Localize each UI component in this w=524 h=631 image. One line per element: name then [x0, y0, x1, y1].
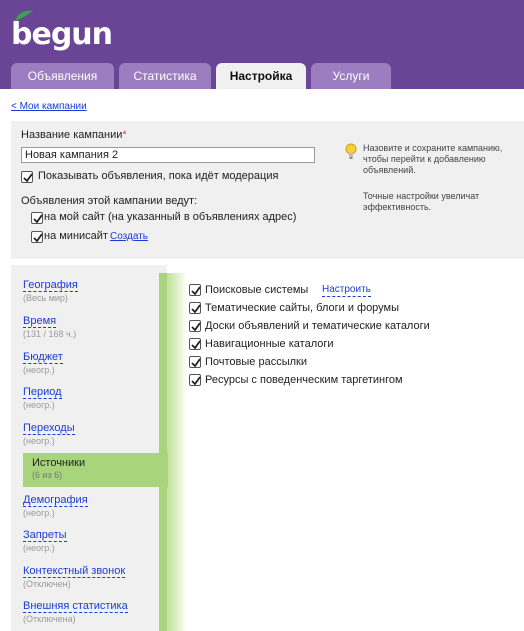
source-label: Ресурсы с поведенческим таргетингом: [205, 374, 403, 386]
header: begun Объявления Статистика Настройка Ус…: [0, 0, 524, 89]
sidebar-item-status: (Отключена): [23, 614, 76, 624]
source-label: Навигационные каталоги: [205, 338, 334, 350]
sidebar-item-status: (Отключен): [23, 579, 71, 589]
checkmark-icon: [191, 376, 201, 386]
campaign-settings-panel: Название кампании* Показывать объявления…: [11, 121, 524, 259]
checkmark-icon: [33, 214, 43, 224]
show-during-moderation-checkbox[interactable]: [21, 171, 33, 183]
sidebar-item-status: (неогр.): [23, 436, 55, 446]
sidebar-item-clicks[interactable]: Переходы (неогр.): [23, 422, 163, 456]
sidebar-item-title: География: [23, 279, 78, 292]
sidebar-item-status: (неогр.): [23, 543, 55, 553]
tip-text-efficiency: Точные настройки увеличат эффективность.: [363, 191, 480, 212]
sidebar-item-title: Источники: [32, 457, 86, 469]
sidebar-item-status: (неогр.): [23, 400, 55, 410]
checkmark-icon: [191, 358, 201, 368]
campaign-name-label: Название кампании*: [21, 129, 127, 141]
my-campaigns-link[interactable]: < Мои кампании: [11, 101, 87, 112]
sidebar-item-title: Контекстный звонок: [23, 565, 126, 578]
logo-text: begun: [11, 17, 113, 52]
sidebar-item-status: (неогр.): [23, 508, 55, 518]
sidebar-item-budget[interactable]: Бюджет (неогр.): [23, 351, 163, 385]
checkmark-icon: [23, 173, 33, 183]
sidebar-item-external-stats[interactable]: Внешняя статистика (Отключена): [23, 600, 163, 631]
sidebar-item-status: (131 / 168 ч.): [23, 329, 77, 339]
sidebar-item-status: (неогр.): [23, 365, 55, 375]
sidebar-item-title: Переходы: [23, 422, 75, 435]
sidebar-item-status: (Весь мир): [23, 293, 68, 303]
create-minisite-link[interactable]: Создать: [110, 231, 148, 242]
tab-statistics[interactable]: Статистика: [119, 63, 211, 89]
mailings-checkbox[interactable]: [189, 356, 201, 368]
lead-to-label: Объявления этой кампании ведут:: [21, 195, 198, 207]
sidebar-item-title: Бюджет: [23, 351, 63, 364]
to-minisite-checkbox[interactable]: [31, 231, 43, 243]
sidebar-item-title: Внешняя статистика: [23, 600, 128, 613]
sidebar-item-restrictions[interactable]: Запреты (неогр.): [23, 529, 163, 563]
show-during-moderation-label: Показывать объявления, пока идёт модерац…: [38, 170, 279, 182]
configure-link[interactable]: Настроить: [322, 283, 371, 297]
behavioral-targeting-checkbox[interactable]: [189, 374, 201, 386]
sidebar-item-title: Время: [23, 315, 57, 328]
sidebar-item-status: (6 из 6): [32, 470, 63, 480]
sidebar-item-context-call[interactable]: Контекстный звонок (Отключен): [23, 565, 163, 599]
source-label: Тематические сайты, блоги и форумы: [205, 302, 400, 314]
checkmark-icon: [33, 233, 43, 243]
required-mark: *: [122, 129, 127, 141]
sidebar-item-time[interactable]: Время (131 / 168 ч.): [23, 315, 163, 349]
nav-catalogs-checkbox[interactable]: [189, 338, 201, 350]
to-my-site-label: на мой сайт (на указанный в объявлениях …: [44, 211, 297, 223]
checkmark-icon: [191, 304, 201, 314]
sidebar-item-geography[interactable]: География (Весь мир): [23, 279, 163, 313]
targeting-section: География (Весь мир) Время (131 / 168 ч.…: [11, 265, 524, 631]
checkmark-icon: [191, 340, 201, 350]
search-engines-checkbox[interactable]: [189, 284, 201, 296]
to-minisite-label: на минисайт: [44, 230, 108, 242]
begun-logo[interactable]: begun: [11, 10, 113, 50]
boards-catalogs-checkbox[interactable]: [189, 320, 201, 332]
sidebar-item-demography[interactable]: Демография (неогр.): [23, 494, 163, 528]
source-label: Почтовые рассылки: [205, 356, 307, 368]
sidebar-item-title: Демография: [23, 494, 88, 507]
source-label: Доски объявлений и тематические каталоги: [205, 320, 430, 332]
sidebar-item-title: Запреты: [23, 529, 67, 542]
to-my-site-checkbox[interactable]: [31, 212, 43, 224]
sidebar-item-sources[interactable]: Источники (6 из 6): [23, 453, 168, 487]
source-label: Поисковые системы: [205, 284, 309, 296]
tab-settings[interactable]: Настройка: [216, 63, 306, 89]
lightbulb-icon: [345, 143, 357, 159]
thematic-sites-checkbox[interactable]: [189, 302, 201, 314]
campaign-name-input[interactable]: [21, 147, 315, 163]
sidebar-item-title: Период: [23, 386, 62, 399]
checkmark-icon: [191, 322, 201, 332]
tab-ads[interactable]: Объявления: [11, 63, 114, 89]
checkmark-icon: [191, 286, 201, 296]
tab-services[interactable]: Услуги: [311, 63, 391, 89]
tip-text: Назовите и сохраните кампанию, чтобы пер…: [363, 143, 503, 175]
sidebar-item-period[interactable]: Период (неогр.): [23, 386, 163, 420]
